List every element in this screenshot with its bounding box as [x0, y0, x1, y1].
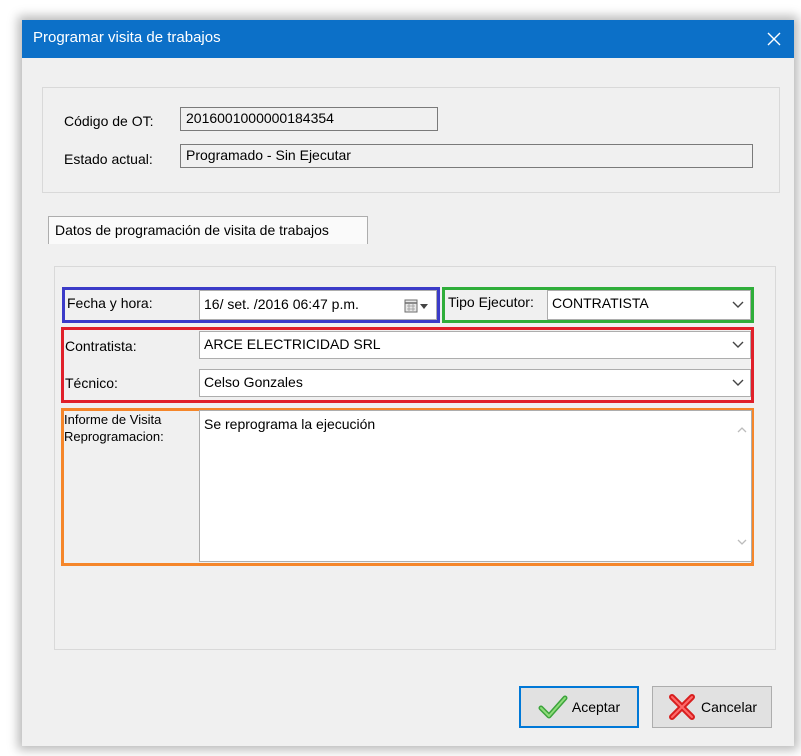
close-icon — [767, 32, 781, 46]
informe-label-line1: Informe de Visita — [64, 412, 162, 427]
informe-textarea[interactable]: Se reprograma la ejecución — [199, 410, 752, 562]
chevron-down-icon — [732, 341, 744, 348]
fecha-label: Fecha y hora: — [67, 295, 153, 311]
fecha-datetime-picker[interactable]: 16/ set. /2016 06:47 p.m. — [199, 290, 437, 320]
fecha-value: 16/ set. /2016 06:47 p.m. — [204, 296, 359, 312]
window-title: Programar visita de trabajos — [33, 29, 221, 46]
tecnico-select[interactable]: Celso Gonzales — [199, 369, 751, 397]
contratista-value: ARCE ELECTRICIDAD SRL — [204, 336, 381, 352]
codigo-field: 2016001000000184354 — [180, 107, 438, 131]
informe-value: Se reprograma la ejecución — [204, 416, 376, 432]
estado-field: Programado - Sin Ejecutar — [180, 144, 753, 168]
tecnico-value: Celso Gonzales — [204, 374, 303, 390]
cancelar-button[interactable]: Cancelar — [652, 686, 772, 728]
estado-label: Estado actual: — [64, 151, 153, 167]
tecnico-label: Técnico: — [65, 375, 118, 391]
cancelar-label: Cancelar — [700, 699, 758, 715]
codigo-label: Código de OT: — [64, 113, 154, 129]
checkmark-icon — [538, 695, 568, 719]
tipo-ejecutor-select[interactable]: CONTRATISTA — [547, 290, 751, 320]
red-x-icon — [668, 694, 695, 720]
calendar-icon[interactable] — [404, 299, 430, 313]
informe-scrollbar[interactable] — [734, 412, 750, 560]
header-group — [42, 87, 780, 193]
chevron-down-icon — [732, 379, 744, 386]
tipo-ejecutor-label: Tipo Ejecutor: — [448, 294, 534, 310]
contratista-select[interactable]: ARCE ELECTRICIDAD SRL — [199, 331, 751, 359]
dialog-window: Programar visita de trabajos Código de O… — [22, 20, 794, 746]
aceptar-button[interactable]: Aceptar — [519, 686, 639, 728]
contratista-label: Contratista: — [65, 338, 137, 354]
tipo-ejecutor-value: CONTRATISTA — [552, 295, 649, 311]
chevron-down-icon — [732, 301, 744, 308]
close-button[interactable] — [754, 20, 794, 58]
tab-datos-programacion[interactable]: Datos de programación de visita de traba… — [48, 216, 368, 244]
scroll-down-icon[interactable] — [737, 539, 747, 546]
title-bar: Programar visita de trabajos — [22, 20, 794, 58]
aceptar-label: Aceptar — [571, 699, 621, 715]
informe-label-line2: Reprogramacion: — [64, 429, 164, 444]
scroll-up-icon[interactable] — [737, 426, 747, 433]
